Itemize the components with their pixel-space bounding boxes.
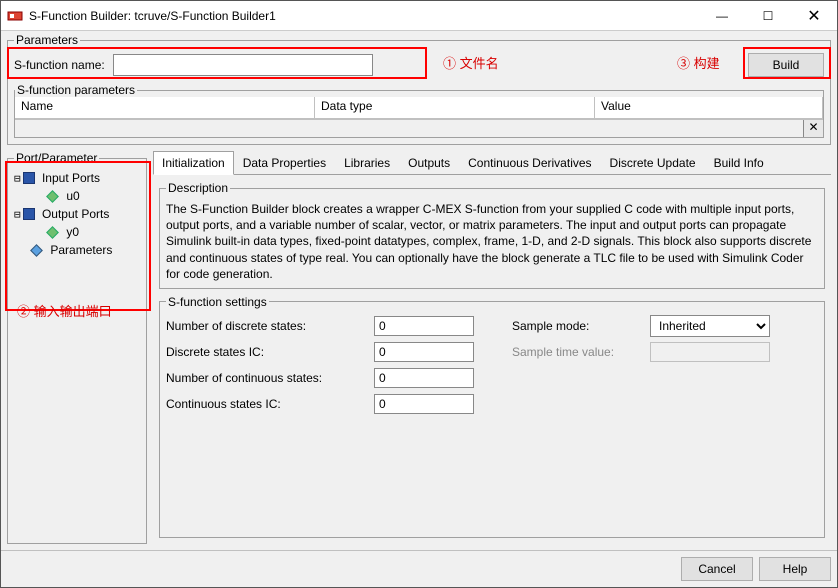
help-button[interactable]: Help [759,557,831,581]
description-text: The S-Function Builder block creates a w… [166,201,818,282]
description-group: Description The S-Function Builder block… [159,181,825,289]
table-close-icon[interactable]: ✕ [803,120,823,137]
port-parameter-group: Port/Parameter ⊟ Input Ports u0 ⊟ Output… [7,151,147,544]
tab-build-info[interactable]: Build Info [705,151,773,175]
tab-bar: Initialization Data Properties Libraries… [153,151,831,175]
col-header-type: Data type [315,97,595,118]
content-area: Parameters S-function name: Build S-func… [1,31,837,550]
continuous-ic-input[interactable] [374,394,474,414]
tab-libraries[interactable]: Libraries [335,151,399,175]
build-button[interactable]: Build [748,53,824,77]
tab-data-properties[interactable]: Data Properties [234,151,335,175]
tab-discrete-update[interactable]: Discrete Update [601,151,705,175]
sfunction-settings-group: S-function settings Number of discrete s… [159,295,825,538]
col-header-name: Name [15,97,315,118]
ports-icon [23,208,35,220]
num-discrete-input[interactable] [374,316,474,336]
num-discrete-label: Number of discrete states: [166,319,366,333]
discrete-ic-input[interactable] [374,342,474,362]
window-title: S-Function Builder: tcruve/S-Function Bu… [29,9,699,23]
continuous-ic-label: Continuous states IC: [166,397,366,411]
sample-time-input [650,342,770,362]
diamond-icon [46,226,59,239]
tree-input-ports[interactable]: ⊟ Input Ports [14,169,140,187]
annotation-text-2: ② 输入输出端口 [17,301,112,320]
diamond-icon [46,190,59,203]
discrete-ic-label: Discrete states IC: [166,345,366,359]
ports-icon [23,172,35,184]
tree-u0[interactable]: u0 [14,187,140,205]
tree-parameters[interactable]: Parameters [14,241,140,259]
port-tree: ⊟ Input Ports u0 ⊟ Output Ports y0 Param… [14,169,140,259]
cancel-button[interactable]: Cancel [681,557,753,581]
minimize-button[interactable]: — [699,1,745,30]
diamond-icon [30,244,43,257]
tab-initialization[interactable]: Initialization [153,151,234,175]
col-header-value: Value [595,97,823,118]
num-continuous-input[interactable] [374,368,474,388]
port-parameter-legend: Port/Parameter [14,151,99,165]
parameters-legend: Parameters [14,33,80,47]
sfunction-name-label: S-function name: [14,58,105,72]
titlebar: S-Function Builder: tcruve/S-Function Bu… [1,1,837,31]
sfunction-name-input[interactable] [113,54,373,76]
settings-legend: S-function settings [166,295,269,309]
annotation-text-3: ③ 构建 [677,53,720,72]
sfunction-parameters-legend: S-function parameters [15,83,137,97]
sample-mode-select[interactable]: Inherited [650,315,770,337]
close-button[interactable]: ✕ [791,1,837,30]
right-pane: Initialization Data Properties Libraries… [153,151,831,544]
num-continuous-label: Number of continuous states: [166,371,366,385]
parameters-table: Name Data type Value ✕ [15,97,823,137]
tree-y0[interactable]: y0 [14,223,140,241]
parameters-group: Parameters S-function name: Build S-func… [7,33,831,145]
annotation-text-1: ① 文件名 [443,53,499,72]
tree-output-ports[interactable]: ⊟ Output Ports [14,205,140,223]
footer-bar: Cancel Help [1,550,837,587]
sample-time-label: Sample time value: [512,345,642,359]
app-window: S-Function Builder: tcruve/S-Function Bu… [0,0,838,588]
tab-continuous-derivatives[interactable]: Continuous Derivatives [459,151,600,175]
description-legend: Description [166,181,230,195]
app-icon [7,8,23,24]
tab-outputs[interactable]: Outputs [399,151,459,175]
sample-mode-label: Sample mode: [512,319,642,333]
sfunction-parameters-group: S-function parameters Name Data type Val… [14,83,824,138]
maximize-button[interactable]: ☐ [745,1,791,30]
